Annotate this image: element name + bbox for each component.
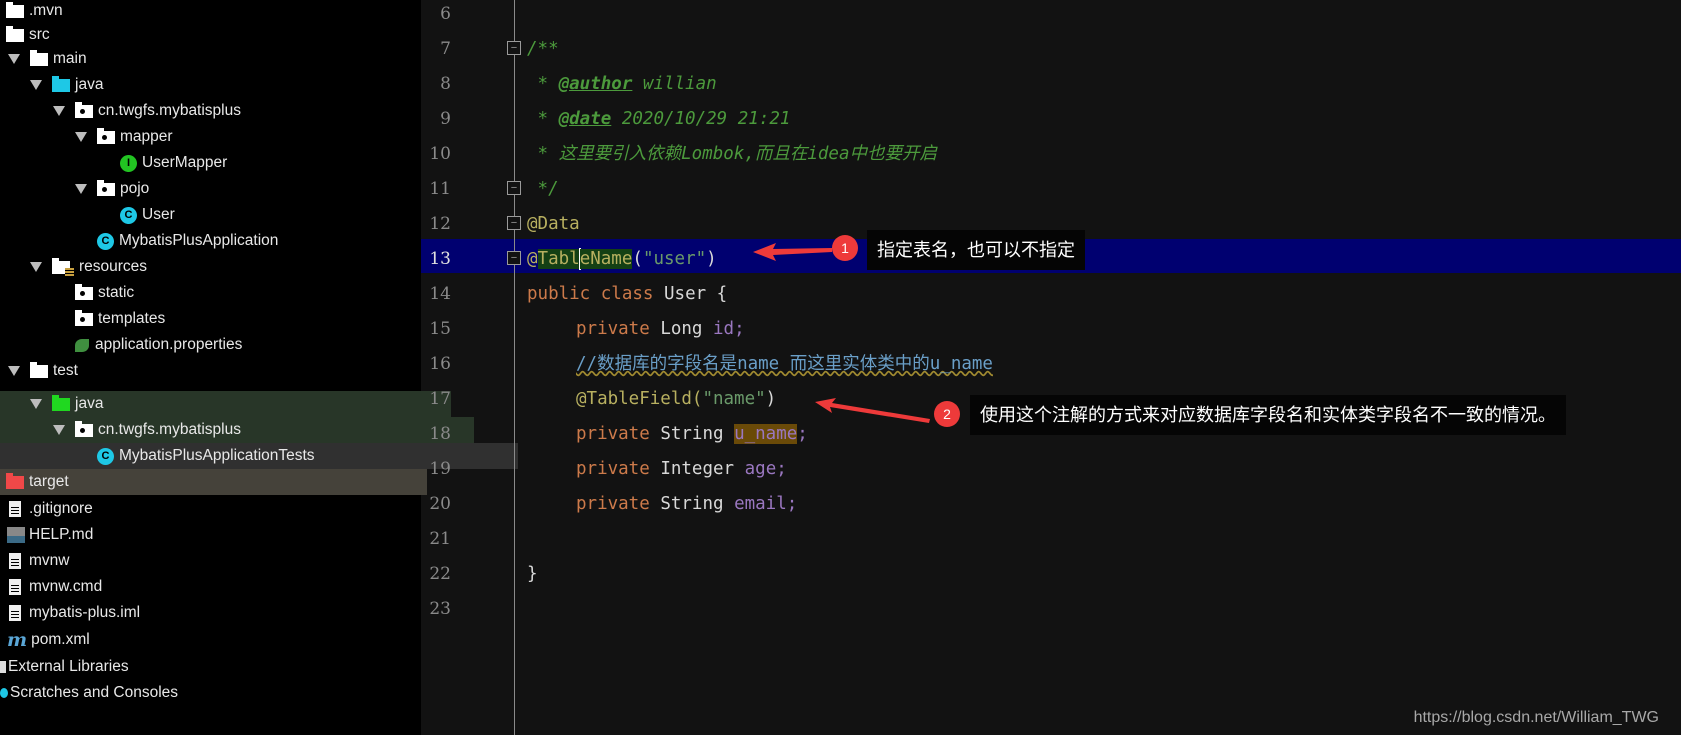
annotation-badge-1: 1 — [832, 235, 858, 261]
annotation-arrow-2 — [815, 398, 930, 423]
annotation-arrows — [753, 243, 930, 423]
annotation-callout-1: 指定表名，也可以不指定 — [867, 230, 1085, 270]
annotation-arrow-1 — [753, 243, 832, 261]
watermark: https://blog.csdn.net/William_TWG — [1413, 709, 1659, 726]
annotation-callout-2: 使用这个注解的方式来对应数据库字段名和实体类字段名不一致的情况。 — [970, 395, 1566, 435]
annotation-badge-2: 2 — [934, 401, 960, 427]
